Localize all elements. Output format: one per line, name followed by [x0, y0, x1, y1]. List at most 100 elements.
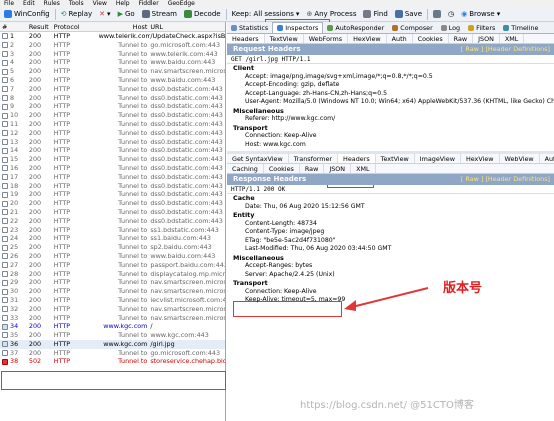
session-row[interactable]: 13 200 HTTP Tunnel to dss0.bdstatic.com:443	[0, 138, 225, 147]
column-header-url[interactable]: URL	[150, 22, 225, 31]
column-header-host[interactable]: Host	[99, 22, 151, 31]
header-definitions-link[interactable]: [Header Definitions]	[485, 45, 550, 53]
session-row[interactable]: 31 200 HTTP Tunnel to iecvlist.microsoft.com…	[0, 296, 225, 305]
session-row[interactable]: 2 200 HTTP Tunnel to go.microsoft.com:443	[0, 41, 225, 50]
header-entry[interactable]: Last-Modified: Thu, 06 Aug 2020 03:44:50…	[227, 245, 554, 254]
session-row[interactable]: 24 200 HTTP Tunnel to ss1.baidu.com:443	[0, 234, 225, 243]
session-row[interactable]: 11 200 HTTP Tunnel to dss0.bdstatic.com:443	[0, 120, 225, 129]
header-entry[interactable]: Host: www.kgc.com	[227, 141, 554, 150]
header-entry[interactable]: Server: Apache/2.4.25 (Unix)	[227, 271, 554, 280]
keep-sessions-dropdown[interactable]: Keep: All sessions ▾	[230, 10, 302, 18]
decode-button[interactable]: Decode	[182, 10, 223, 18]
session-row[interactable]: 26 200 HTTP Tunnel to www.baidu.com:443	[0, 252, 225, 261]
column-header-number[interactable]: #	[0, 22, 29, 31]
subtab-caching[interactable]: Caching	[227, 164, 264, 173]
raw-link[interactable]: [ Raw ]	[461, 45, 484, 53]
subtab-cookies[interactable]: Cookies	[264, 164, 300, 173]
subtab-auth[interactable]: Auth	[540, 154, 554, 163]
session-row[interactable]: 34 200 HTTP www.kgc.com /	[0, 322, 225, 331]
session-row[interactable]: 7 200 HTTP Tunnel to dss0.bdstatic.com:443	[0, 85, 225, 94]
session-row[interactable]: 38 502 HTTP Tunnel to storeservice.chehap.bl…	[0, 357, 225, 366]
subtab-textview[interactable]: TextView	[376, 154, 415, 163]
session-row[interactable]: 23 200 HTTP Tunnel to ss1.bdstatic.com:443	[0, 226, 225, 235]
column-header-result[interactable]: Result	[29, 22, 54, 31]
subtab-json[interactable]: JSON	[473, 34, 500, 43]
session-row[interactable]: 14 200 HTTP Tunnel to dss0.bdstatic.com:443	[0, 146, 225, 155]
menu-item-tools[interactable]: Tools	[69, 0, 84, 7]
session-row[interactable]: 28 200 HTTP Tunnel to displaycatalog.mp.micr…	[0, 270, 225, 279]
header-entry[interactable]: ETag: "be5e-5ac2d4f731080"	[227, 237, 554, 246]
stream-button[interactable]: Stream	[140, 10, 179, 18]
tab-inspectors[interactable]: Inspectors	[272, 22, 324, 33]
session-row[interactable]: 29 200 HTTP Tunnel to nav.smartscreen.micros…	[0, 278, 225, 287]
session-row[interactable]: 15 200 HTTP Tunnel to dss0.bdstatic.com:443	[0, 155, 225, 164]
header-entry[interactable]: Accept: image/png,image/svg+xml,image/*;…	[227, 73, 554, 82]
session-row[interactable]: 22 200 HTTP Tunnel to dss0.bdstatic.com:443	[0, 217, 225, 226]
session-row[interactable]: 18 200 HTTP Tunnel to dss0.bdstatic.com:443	[0, 182, 225, 191]
header-entry[interactable]: Referer: http://www.kgc.com/	[227, 115, 554, 124]
menu-item-help[interactable]: Help	[116, 0, 130, 7]
any-process-button[interactable]: ⊕ Any Process	[304, 10, 358, 18]
menu-item-file[interactable]: File	[4, 0, 14, 7]
subtab-headers[interactable]: Headers	[338, 154, 376, 163]
tab-filters[interactable]: Filters	[464, 22, 499, 33]
subtab-json[interactable]: JSON	[324, 164, 352, 173]
header-entry[interactable]: Content-Type: image/jpeg	[227, 228, 554, 237]
session-row[interactable]: 35 200 HTTP Tunnel to www.kgc.com:443	[0, 331, 225, 340]
subtab-hexview[interactable]: HexView	[461, 154, 500, 163]
tab-timeline[interactable]: Timeline	[499, 22, 542, 33]
header-group-title[interactable]: Entity	[227, 211, 554, 220]
subtab-cookies[interactable]: Cookies	[413, 34, 449, 43]
header-group-title[interactable]: Cache	[227, 194, 554, 203]
session-row[interactable]: 20 200 HTTP Tunnel to dss0.bdstatic.com:443	[0, 199, 225, 208]
header-entry[interactable]: Connection: Keep-Alive	[227, 132, 554, 141]
tab-log[interactable]: Log	[437, 22, 464, 33]
session-row[interactable]: 37 200 HTTP Tunnel to go.microsoft.com:443	[0, 349, 225, 358]
go-button[interactable]: ▶ Go	[116, 10, 137, 18]
header-entry[interactable]: Date: Thu, 06 Aug 2020 15:12:56 GMT	[227, 203, 554, 212]
tab-autoresponder[interactable]: AutoResponder	[323, 22, 388, 33]
header-group-title[interactable]: Miscellaneous	[227, 254, 554, 263]
session-row[interactable]: 17 200 HTTP Tunnel to dss0.bdstatic.com:443	[0, 173, 225, 182]
menu-item-geoedge[interactable]: GeoEdge	[168, 0, 195, 7]
header-entry[interactable]: User-Agent: Mozilla/5.0 (Windows NT 10.0…	[227, 98, 554, 107]
header-group-title[interactable]: Miscellaneous	[227, 107, 554, 116]
menu-item-view[interactable]: View	[93, 0, 107, 7]
session-row[interactable]: 9 200 HTTP Tunnel to dss0.bdstatic.com:443	[0, 102, 225, 111]
session-row[interactable]: 30 200 HTTP Tunnel to nav.smartscreen.micros…	[0, 287, 225, 296]
menu-item-edit[interactable]: Edit	[23, 0, 35, 7]
subtab-xml[interactable]: XML	[351, 164, 376, 173]
tab-statistics[interactable]: Statistics	[227, 22, 272, 33]
subtab-transformer[interactable]: Transformer	[289, 154, 339, 163]
session-row[interactable]: 10 200 HTTP Tunnel to dss0.bdstatic.com:443	[0, 111, 225, 120]
session-row[interactable]: 32 200 HTTP Tunnel to nav.smartscreen.micros…	[0, 305, 225, 314]
header-group-title[interactable]: Transport	[227, 279, 554, 288]
session-row[interactable]: 5 200 HTTP Tunnel to nav.smartscreen.microso	[0, 67, 225, 76]
session-row[interactable]: 25 200 HTTP Tunnel to sp2.baidu.com:443	[0, 243, 225, 252]
session-row[interactable]: 3 200 HTTP Tunnel to www.telerik.com:443	[0, 50, 225, 59]
subtab-get-syntaxview[interactable]: Get SyntaxView	[227, 154, 289, 163]
header-entry[interactable]: Connection: Keep-Alive	[227, 288, 554, 297]
header-group-title[interactable]: Client	[227, 64, 554, 73]
session-row[interactable]: 6 200 HTTP Tunnel to www.baidu.com:443	[0, 76, 225, 85]
header-entry[interactable]: Accept-Encoding: gzip, deflate	[227, 81, 554, 90]
session-row[interactable]: 1 200 HTTP www.telerik.com/UpdateCheck.aspx…	[0, 32, 225, 41]
session-row[interactable]: 4 200 HTTP Tunnel to www.baidu.com:443	[0, 58, 225, 67]
subtab-imageview[interactable]: ImageView	[415, 154, 461, 163]
find-button[interactable]: Find	[361, 10, 389, 18]
raw-link[interactable]: [ Raw ]	[461, 175, 484, 183]
subtab-xml[interactable]: XML	[500, 34, 525, 43]
header-group-title[interactable]: Transport	[227, 124, 554, 133]
header-entry[interactable]: Accept-Language: zh-Hans-CN,zh-Hans;q=0.…	[227, 90, 554, 99]
subtab-webforms[interactable]: WebForms	[304, 34, 349, 43]
menu-item-rules[interactable]: Rules	[44, 0, 60, 7]
timer-button[interactable]: ◷	[446, 10, 456, 18]
header-entry[interactable]: Content-Length: 48734	[227, 220, 554, 229]
session-row[interactable]: 27 200 HTTP Tunnel to passport.baidu.com:443	[0, 261, 225, 270]
save-button[interactable]: Save	[393, 10, 424, 18]
menu-item-fiddler[interactable]: Fiddler	[139, 0, 159, 7]
session-row[interactable]: 21 200 HTTP Tunnel to dss0.bdstatic.com:443	[0, 208, 225, 217]
session-row[interactable]: 16 200 HTTP Tunnel to dss0.bdstatic.com:443	[0, 164, 225, 173]
header-definitions-link[interactable]: [Header Definitions]	[485, 175, 550, 183]
subtab-headers[interactable]: Headers	[227, 34, 265, 43]
